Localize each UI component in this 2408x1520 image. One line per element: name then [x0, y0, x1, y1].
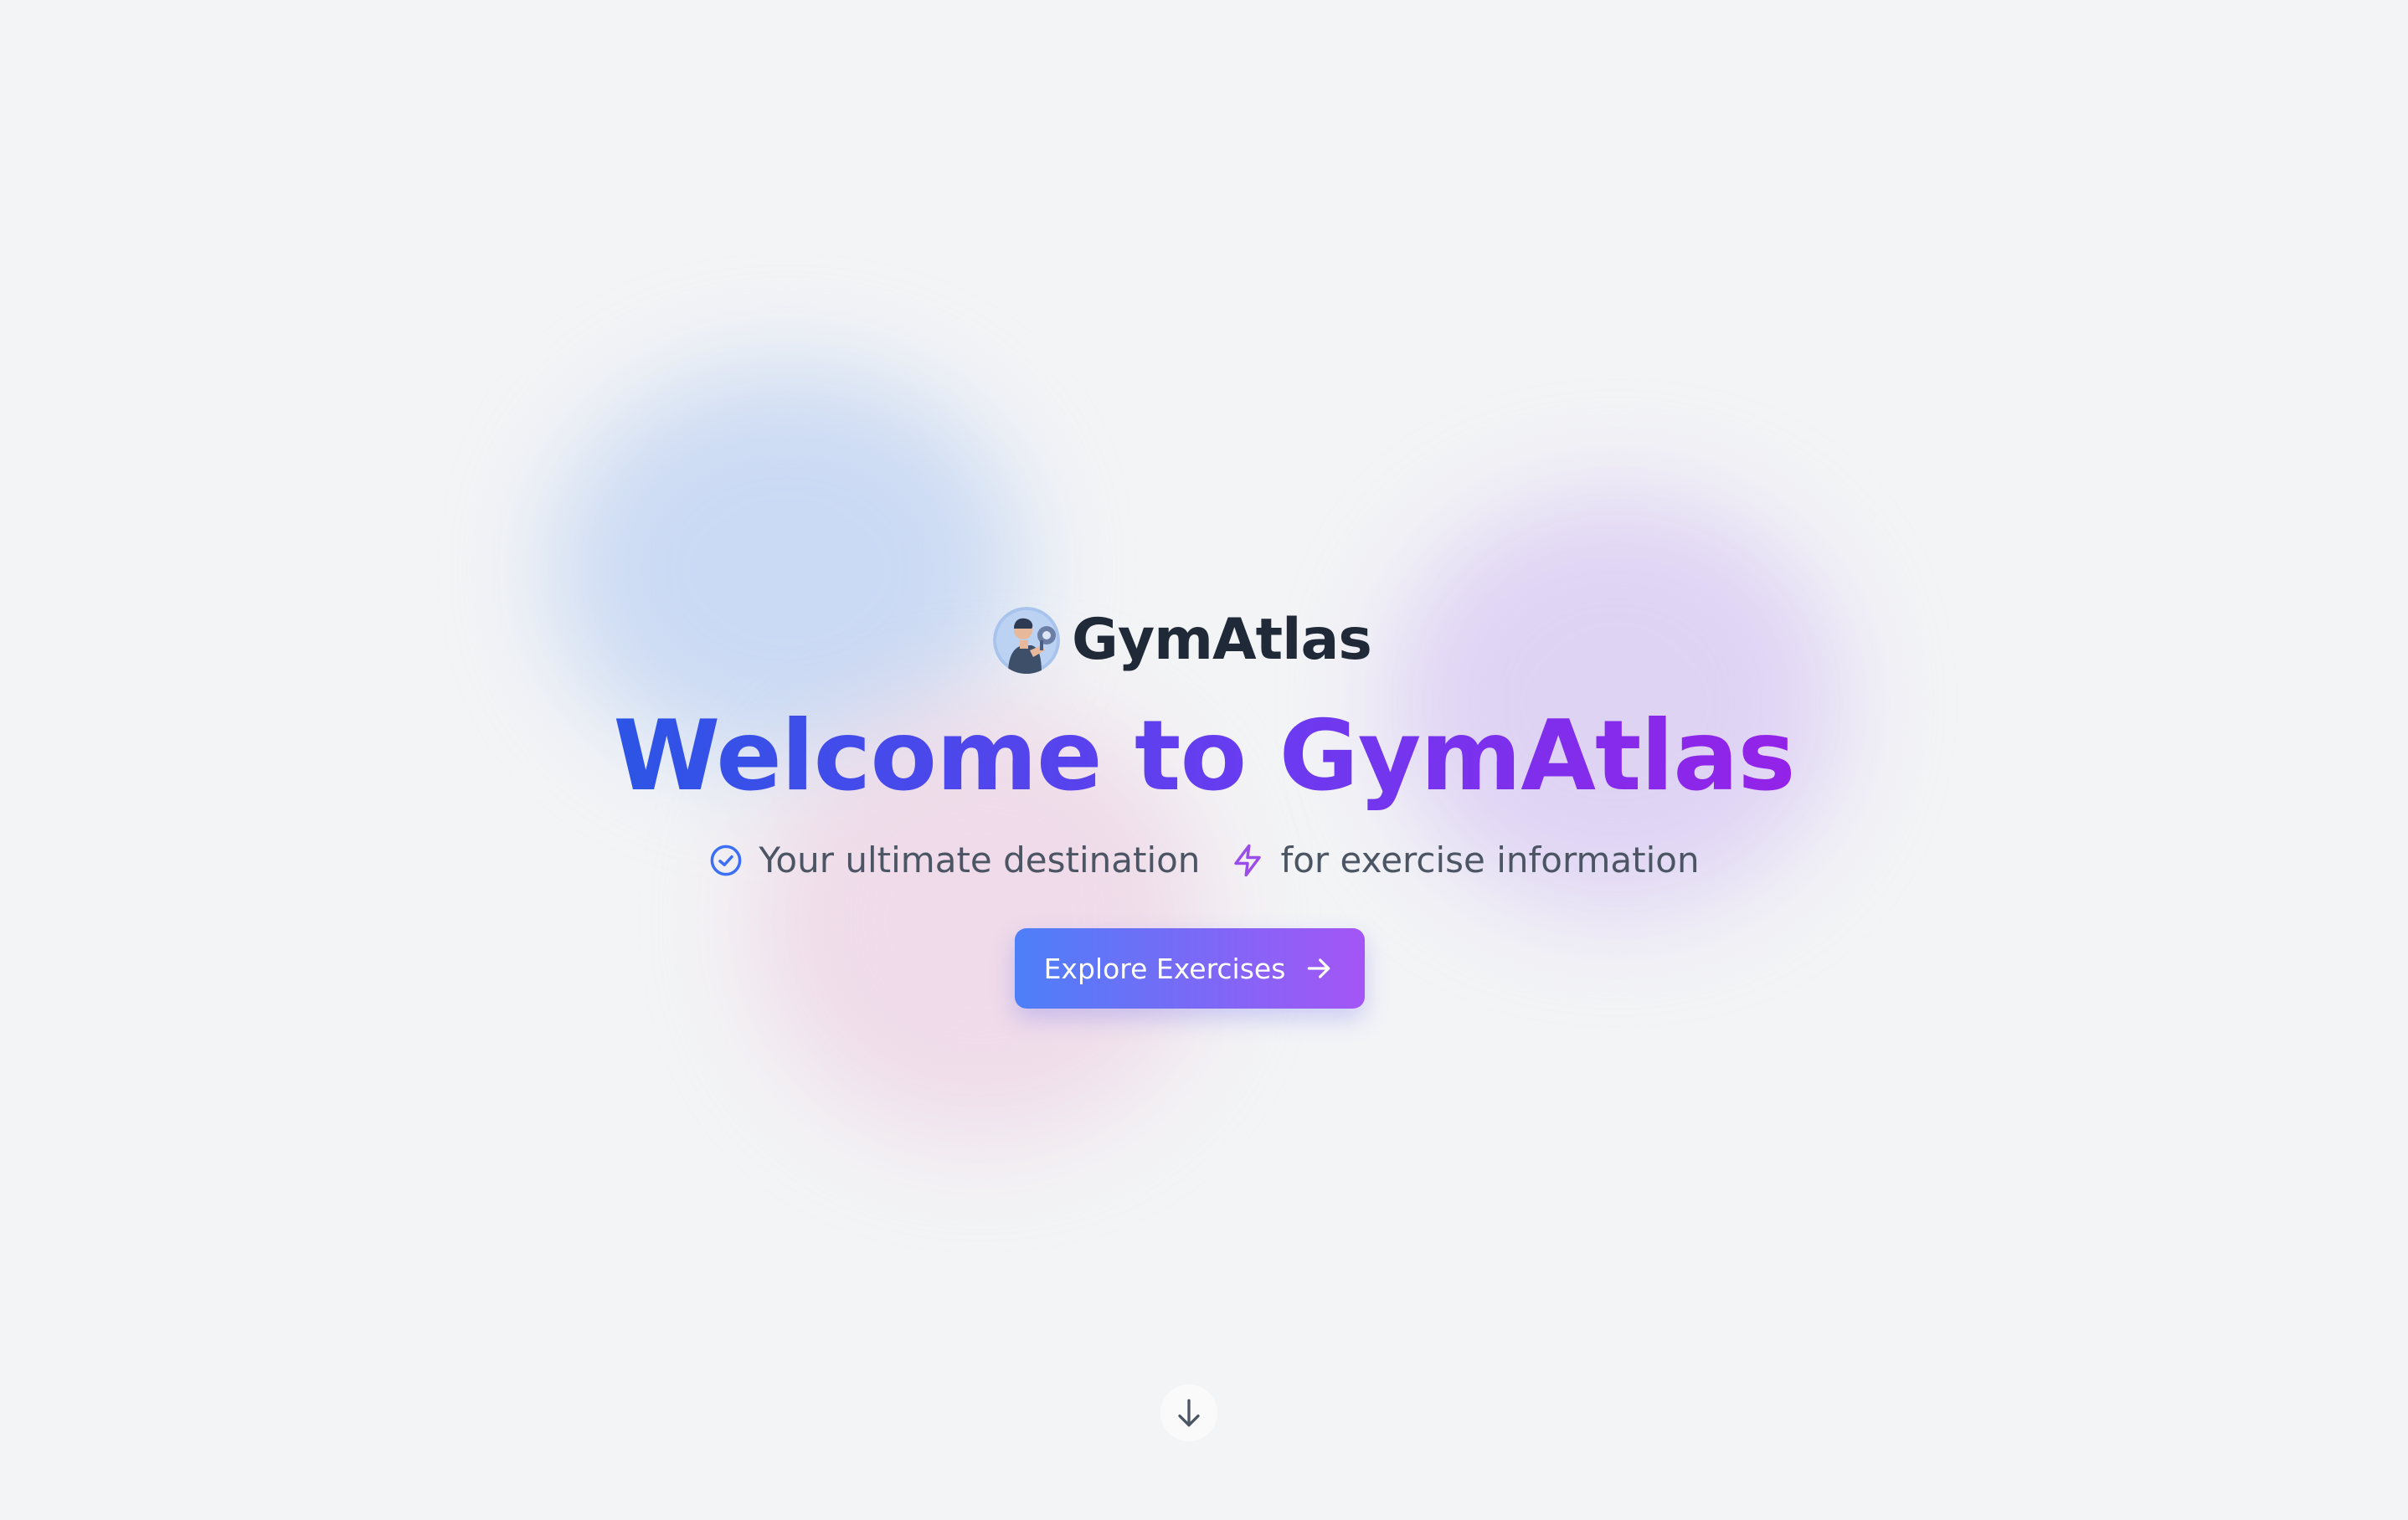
explore-exercises-label: Explore Exercises [1043, 952, 1286, 985]
gym-logo-icon [993, 607, 1060, 674]
brand-name: GymAtlas [1072, 607, 1372, 673]
tagline-text: Your ultimate destination [759, 840, 1201, 881]
hero-headline-text: Welcome to GymAtlas [613, 700, 1795, 813]
tagline-item: Your ultimate destination [708, 840, 1200, 881]
tagline-item: for exercise information [1230, 840, 1700, 881]
check-circle-icon [710, 845, 742, 876]
hero-headline: Welcome to GymAtlas [0, 703, 2408, 810]
hero-tagline: Your ultimate destination for exercise i… [0, 840, 2408, 881]
scroll-down-button[interactable] [1160, 1384, 1217, 1441]
hero-section: GymAtlas Welcome to GymAtlas Your ultima… [0, 0, 2408, 1520]
explore-exercises-button[interactable]: Explore Exercises [1015, 928, 1365, 1009]
arrow-right-icon [1308, 958, 1330, 978]
tagline-text: for exercise information [1280, 840, 1700, 881]
brand: GymAtlas [993, 604, 1372, 676]
lightning-bolt-icon [1234, 844, 1262, 876]
arrow-down-icon [1178, 1399, 1200, 1427]
